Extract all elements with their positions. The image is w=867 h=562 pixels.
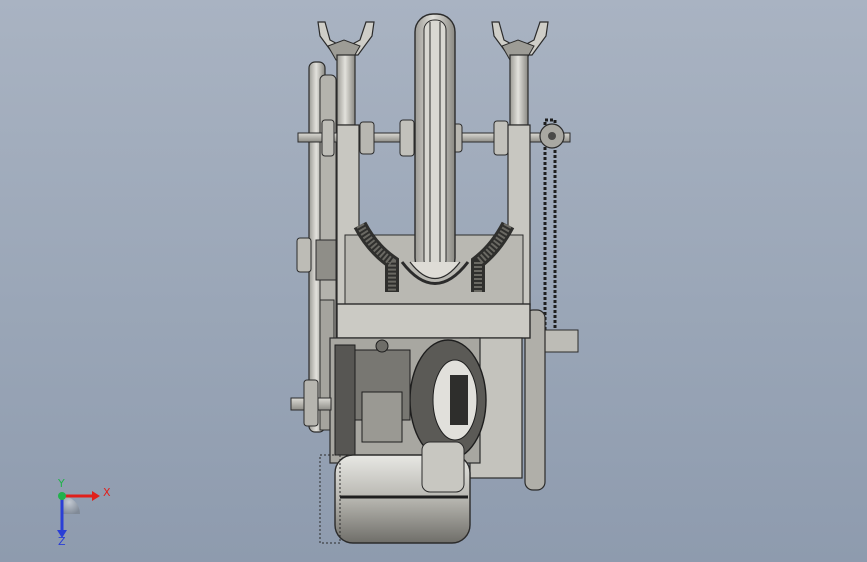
coordinate-triad: X Y Z [40, 478, 130, 550]
cross-beam [336, 303, 531, 339]
graphics-viewport[interactable]: X Y Z [0, 0, 867, 562]
triad-axes [57, 491, 100, 538]
x-axis-label: X [103, 486, 111, 499]
y-axis-dot [58, 492, 66, 500]
engine-assembly [329, 337, 487, 464]
right-fork-bracket [491, 21, 549, 126]
chain-drive [524, 118, 579, 491]
z-axis-label: Z [58, 535, 66, 548]
cad-model-assembly[interactable] [0, 0, 867, 562]
y-axis-label: Y [58, 477, 65, 490]
